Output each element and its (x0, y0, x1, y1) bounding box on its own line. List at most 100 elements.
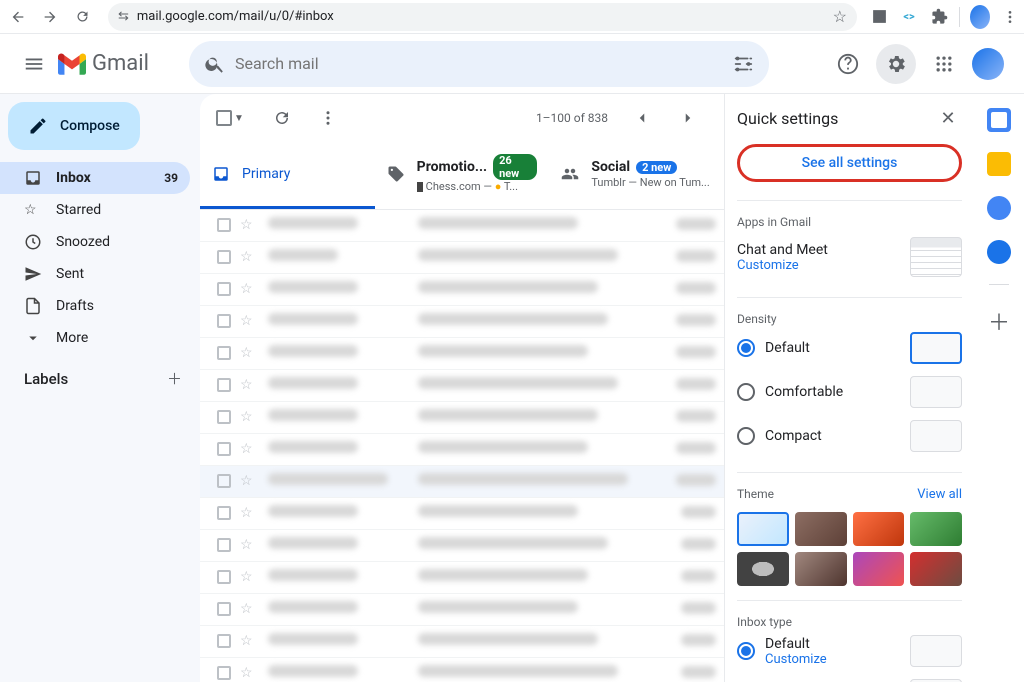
theme-tile[interactable] (737, 512, 789, 546)
support-icon[interactable] (828, 44, 868, 84)
theme-tile[interactable] (853, 552, 905, 586)
theme-tile[interactable] (853, 512, 905, 546)
email-row[interactable]: ☆ (200, 242, 724, 274)
theme-tile[interactable] (737, 552, 789, 586)
email-row[interactable]: ☆ (200, 370, 724, 402)
theme-tile[interactable] (795, 552, 847, 586)
tab-badge: 2 new (636, 161, 677, 174)
contacts-addon-icon[interactable] (987, 240, 1011, 264)
extensions-icon[interactable] (929, 7, 949, 27)
email-row[interactable]: ☆ (200, 338, 724, 370)
site-info-icon[interactable]: ⇆ (118, 9, 129, 24)
density-thumbnail (910, 420, 962, 452)
inbox-type-default-option[interactable]: Default Customize (737, 629, 962, 673)
next-page-icon[interactable] (668, 98, 708, 138)
density-default-option[interactable]: Default (737, 326, 962, 370)
theme-view-all-link[interactable]: View all (917, 487, 962, 502)
search-input[interactable] (235, 54, 723, 73)
account-avatar[interactable] (972, 48, 1004, 80)
see-all-settings-button[interactable]: See all settings (737, 144, 962, 182)
inbox-customize-link[interactable]: Customize (765, 652, 827, 667)
reading-list-icon[interactable] (869, 7, 889, 27)
divider (959, 7, 960, 27)
tasks-addon-icon[interactable] (987, 196, 1011, 220)
pagination-text: 1–100 of 838 (536, 111, 608, 125)
prev-page-icon[interactable] (622, 98, 662, 138)
theme-grid (737, 512, 962, 586)
email-row[interactable]: ☆ (200, 626, 724, 658)
back-icon[interactable] (4, 3, 32, 31)
tab-label: Primary (242, 166, 290, 182)
search-icon[interactable] (195, 44, 235, 84)
email-row[interactable]: ☆ (200, 530, 724, 562)
email-row[interactable]: ☆ (200, 594, 724, 626)
gmail-logo[interactable]: Gmail (58, 51, 149, 76)
email-row[interactable]: ☆ (200, 658, 724, 682)
email-row[interactable]: ☆ (200, 498, 724, 530)
apps-thumbnail (910, 237, 962, 277)
addon-sidebar: ＋ (974, 94, 1024, 682)
refresh-icon[interactable] (262, 98, 302, 138)
email-row[interactable]: ☆ (200, 466, 724, 498)
apps-customize-link[interactable]: Customize (737, 258, 828, 273)
density-comfortable-option[interactable]: Comfortable (737, 370, 962, 414)
get-addons-icon[interactable]: ＋ (988, 305, 1010, 337)
sidebar: Compose Inbox 39 ☆ Starred Snoozed Sent … (0, 94, 200, 682)
email-row[interactable]: ☆ (200, 402, 724, 434)
main-menu-icon[interactable] (10, 40, 58, 88)
sidebar-item-label: Inbox (56, 170, 164, 186)
tab-primary[interactable]: Primary (200, 142, 375, 209)
email-row[interactable]: ☆ (200, 562, 724, 594)
pencil-icon (28, 116, 48, 136)
url-text: mail.google.com/mail/u/0/#inbox (137, 9, 334, 24)
density-thumbnail (910, 332, 962, 364)
search-options-icon[interactable] (723, 44, 763, 84)
close-icon[interactable]: ✕ (934, 104, 962, 132)
sidebar-item-snoozed[interactable]: Snoozed (0, 226, 190, 258)
radio-icon (737, 642, 755, 660)
tab-promotions[interactable]: Promotio...26 new Chess.com — ● T... (375, 142, 550, 209)
draft-icon (24, 297, 56, 315)
inbox-type-important-option[interactable]: Important first ❯ (737, 673, 962, 682)
select-all-checkbox[interactable]: ▼ (216, 110, 244, 126)
url-bar[interactable]: ⇆ mail.google.com/mail/u/0/#inbox ☆ (108, 3, 857, 31)
settings-icon[interactable] (876, 44, 916, 84)
sidebar-item-drafts[interactable]: Drafts (0, 290, 190, 322)
compose-button[interactable]: Compose (8, 102, 140, 150)
star-icon: ☆ (24, 202, 56, 218)
profile-avatar-icon[interactable] (970, 7, 990, 27)
forward-icon[interactable] (36, 3, 64, 31)
compose-label: Compose (60, 118, 120, 134)
inbox-thumbnail (910, 635, 962, 667)
extension-ab-icon[interactable]: <> (899, 7, 919, 27)
sidebar-item-label: More (56, 330, 178, 346)
tab-subtitle: Tumblr — New on Tum... (591, 176, 709, 189)
sidebar-item-label: Drafts (56, 298, 178, 314)
browser-menu-icon[interactable] (1000, 7, 1020, 27)
calendar-addon-icon[interactable] (987, 108, 1011, 132)
theme-tile[interactable] (910, 552, 962, 586)
tab-social[interactable]: Social2 new Tumblr — New on Tum... (549, 142, 724, 209)
radio-icon (737, 339, 755, 357)
sidebar-item-more[interactable]: More (0, 322, 190, 354)
sidebar-item-starred[interactable]: ☆ Starred (0, 194, 190, 226)
email-row[interactable]: ☆ (200, 306, 724, 338)
divider (989, 284, 1009, 285)
density-compact-option[interactable]: Compact (737, 414, 962, 458)
sidebar-item-label: Snoozed (56, 234, 178, 250)
keep-addon-icon[interactable] (987, 152, 1011, 176)
sidebar-item-inbox[interactable]: Inbox 39 (0, 162, 190, 194)
toolbar: ▼ 1–100 of 838 (200, 94, 724, 142)
email-row[interactable]: ☆ (200, 434, 724, 466)
theme-tile[interactable] (910, 512, 962, 546)
add-label-icon[interactable]: ＋ (167, 368, 182, 389)
sidebar-item-sent[interactable]: Sent (0, 258, 190, 290)
more-actions-icon[interactable] (308, 98, 348, 138)
reload-icon[interactable] (68, 3, 96, 31)
quick-settings-title: Quick settings (737, 109, 838, 128)
email-row[interactable]: ☆ (200, 210, 724, 242)
theme-tile[interactable] (795, 512, 847, 546)
apps-grid-icon[interactable] (924, 44, 964, 84)
email-row[interactable]: ☆ (200, 274, 724, 306)
bookmark-star-icon[interactable]: ☆ (833, 7, 847, 26)
